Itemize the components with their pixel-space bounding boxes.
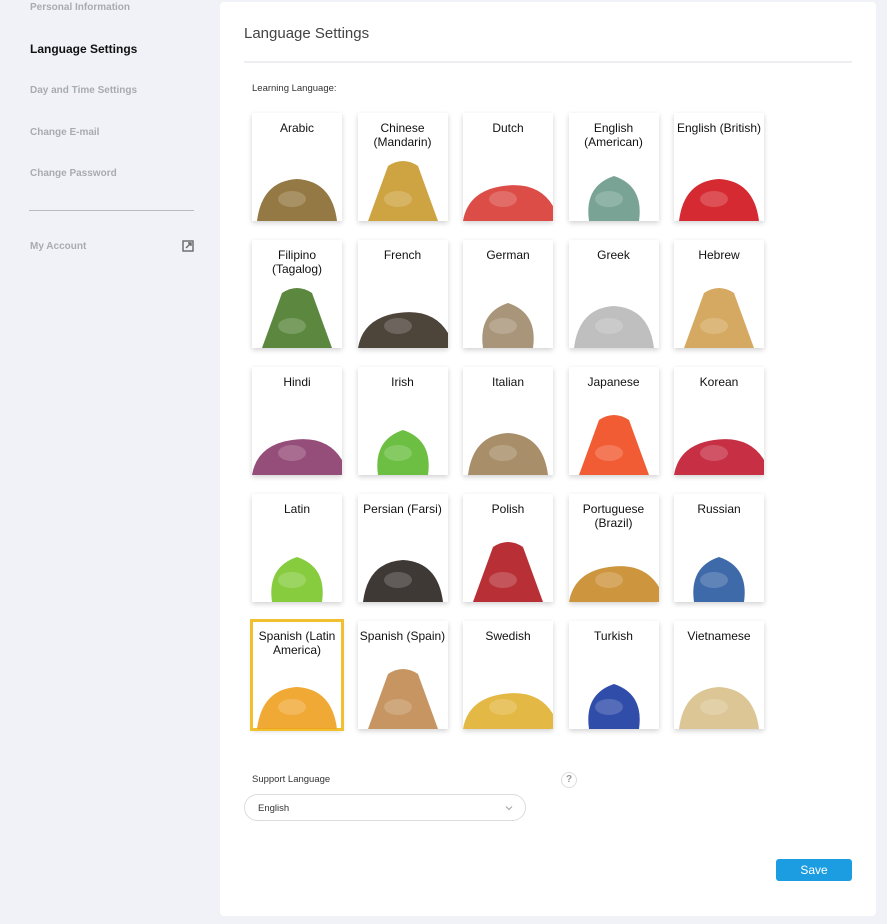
tulips-icon [463, 185, 553, 221]
language-card[interactable]: Latin [252, 494, 342, 602]
language-card-label: Polish [491, 502, 525, 516]
language-card[interactable]: Chinese (Mandarin) [357, 113, 448, 221]
language-card[interactable]: Polish [463, 494, 553, 602]
page-title: Language Settings [244, 25, 370, 42]
language-card[interactable]: German [463, 240, 553, 348]
palm-tree-icon [262, 288, 332, 348]
language-card[interactable]: Dutch [463, 113, 553, 221]
language-card-label: Turkish [594, 629, 633, 643]
language-card[interactable]: Russian [674, 494, 764, 602]
language-card[interactable]: English (American) [568, 113, 659, 221]
red-flower-icon [674, 439, 764, 475]
language-card[interactable]: Swedish [463, 621, 553, 729]
language-card-label: Chinese (Mandarin) [373, 121, 432, 149]
shamrock-icon [376, 430, 429, 475]
language-settings-panel: Language Settings Learning Language: Ara… [220, 2, 876, 916]
tea-glasses-icon [362, 560, 443, 602]
language-card-label: Italian [491, 375, 525, 389]
language-card[interactable]: Persian (Farsi) [357, 494, 448, 602]
language-card-label: Arabic [279, 121, 314, 135]
elephant-icon [252, 439, 342, 475]
language-card[interactable]: Portuguese (Brazil) [568, 494, 659, 602]
sidebar-item-day-time-settings[interactable]: Day and Time Settings [30, 85, 137, 96]
language-card-label: Russian [697, 502, 741, 516]
colosseum-icon [468, 433, 548, 475]
language-card-label: Spanish (Spain) [359, 629, 446, 643]
language-card[interactable]: Spanish (Spain) [357, 621, 448, 729]
language-card[interactable]: French [357, 240, 448, 348]
greek-statue-icon [573, 306, 654, 348]
external-link-icon[interactable] [182, 240, 194, 252]
dragon-icon [367, 161, 438, 221]
language-card-label: Filipino (Tagalog) [271, 248, 323, 276]
language-card-label: Greek [597, 248, 630, 262]
language-card-label: Irish [391, 375, 414, 389]
language-card[interactable]: Japanese [568, 367, 659, 475]
language-card[interactable]: Filipino (Tagalog) [252, 240, 342, 348]
language-card[interactable]: Korean [674, 367, 764, 475]
support-language-select[interactable]: English [244, 794, 526, 821]
language-card-label: Japanese [587, 375, 640, 389]
gerbera-flower-icon [578, 415, 649, 475]
sidebar-item-personal-information[interactable]: Personal Information [30, 2, 130, 13]
language-card[interactable]: English (British) [674, 113, 764, 221]
language-card-label: Hebrew [698, 248, 740, 262]
title-divider [244, 61, 852, 63]
sidebar-item-change-email[interactable]: Change E-mail [30, 127, 99, 138]
magic-lamp-icon [257, 179, 337, 221]
chevron-down-icon [505, 806, 513, 811]
sidebar-item-language-settings[interactable]: Language Settings [30, 42, 137, 56]
language-card-label: French [383, 248, 422, 262]
statue-of-liberty-icon [587, 176, 640, 221]
telephone-box-icon [679, 179, 759, 221]
language-card-label: Persian (Farsi) [363, 502, 442, 516]
castanets-icon [367, 669, 438, 729]
language-card-label: English (British) [676, 121, 762, 135]
language-card-label: Latin [283, 502, 311, 516]
hot-air-balloon-icon [271, 557, 323, 602]
language-card-label: Vietnamese [687, 629, 751, 643]
language-card-label: Dutch [492, 121, 524, 135]
language-card[interactable]: Irish [357, 367, 448, 475]
support-language-label: Support Language [252, 774, 331, 785]
dreidel-icon [684, 288, 754, 348]
language-card[interactable]: Greek [568, 240, 659, 348]
learning-language-label: Learning Language: [252, 83, 337, 94]
language-card[interactable]: Italian [463, 367, 553, 475]
language-card[interactable]: Turkish [568, 621, 659, 729]
decorative-plate-icon [587, 684, 640, 729]
accordion-icon [473, 542, 543, 602]
brandenburg-gate-icon [482, 303, 534, 348]
language-card-label: Hindi [283, 375, 311, 389]
eiffel-tower-icon [357, 312, 448, 348]
sidebar: Personal Information Language Settings D… [0, 0, 220, 924]
sidebar-item-my-account[interactable]: My Account [30, 241, 86, 252]
toucan-icon [257, 687, 337, 729]
language-card[interactable]: Hindi [252, 367, 342, 475]
matryoshka-dolls-icon [693, 557, 745, 602]
language-card-label: Swedish [485, 629, 531, 643]
language-card-label: English (American) [584, 121, 643, 149]
support-language-value: English [258, 803, 290, 814]
conical-hat-icon [679, 687, 759, 729]
guitar-icon [568, 566, 659, 602]
language-card-label: Portuguese (Brazil) [582, 502, 645, 530]
language-card[interactable]: Vietnamese [674, 621, 764, 729]
language-card-label: Korean [699, 375, 739, 389]
help-icon[interactable]: ? [561, 772, 577, 788]
sidebar-item-change-password[interactable]: Change Password [30, 168, 117, 179]
language-card-label: German [486, 248, 530, 262]
language-card-label: Spanish (Latin America) [258, 629, 336, 657]
language-card[interactable]: Hebrew [674, 240, 764, 348]
save-button[interactable]: Save [776, 859, 852, 881]
sidebar-divider [29, 210, 194, 211]
language-card[interactable]: Arabic [252, 113, 342, 221]
language-card[interactable]: Spanish (Latin America) [250, 619, 344, 731]
knit-hat-icon [463, 693, 553, 729]
